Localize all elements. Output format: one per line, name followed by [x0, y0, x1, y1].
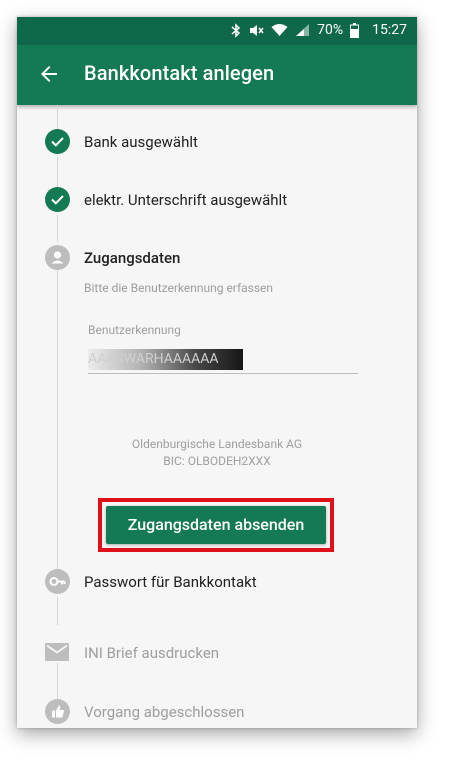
stepper-line: [57, 215, 58, 242]
person-icon: [45, 245, 70, 270]
stepper-line: [57, 663, 58, 699]
mail-icon: [45, 643, 69, 661]
app-bar: Bankkontakt anlegen: [17, 45, 417, 105]
back-arrow-icon[interactable]: [37, 62, 61, 86]
bluetooth-icon: [231, 22, 241, 38]
check-icon: [45, 187, 70, 212]
bank-info: Oldenburgische Landesbank AG BIC: OLBODE…: [17, 436, 417, 470]
thumb-up-icon: [45, 699, 70, 724]
clock: 15:27: [372, 22, 407, 38]
step-completed[interactable]: Vorgang abgeschlossen: [84, 703, 244, 721]
step-ini-letter[interactable]: INI Brief ausdrucken: [84, 644, 219, 662]
bank-name: Oldenburgische Landesbank AG: [131, 437, 303, 451]
mute-icon: [250, 24, 264, 36]
battery-percent: 70%: [317, 22, 344, 38]
check-icon: [45, 129, 70, 154]
access-hint: Bitte die Benutzerkennung erfassen: [84, 281, 274, 295]
step-signature-selected[interactable]: elektr. Unterschrift ausgewählt: [84, 191, 287, 209]
stepper-line: [57, 105, 58, 129]
step-password[interactable]: Passwort für Bankkontakt: [84, 573, 257, 591]
status-bar: 70% 15:27: [17, 17, 417, 45]
submit-access-data-button[interactable]: Zugangsdaten absenden: [106, 506, 326, 544]
wifi-icon: [271, 24, 288, 36]
step-bank-selected[interactable]: Bank ausgewählt: [84, 133, 198, 151]
battery-icon: [350, 22, 360, 38]
username-underline: [88, 373, 358, 374]
phone-screen: 70% 15:27 Bankkontakt anlegen Bank ausge…: [17, 17, 417, 728]
step-access-data[interactable]: Zugangsdaten: [84, 249, 180, 267]
signal-icon: [296, 24, 310, 36]
stepper-line: [57, 270, 58, 569]
key-icon: [45, 569, 70, 594]
stepper-line: [57, 157, 58, 187]
username-label: Benutzerkennung: [88, 323, 181, 337]
stepper-line: [57, 597, 58, 625]
username-input[interactable]: AAASWARHAAAAAA: [88, 349, 243, 370]
page-title: Bankkontakt anlegen: [84, 61, 275, 85]
bank-bic: BIC: OLBODEH2XXX: [163, 454, 271, 468]
